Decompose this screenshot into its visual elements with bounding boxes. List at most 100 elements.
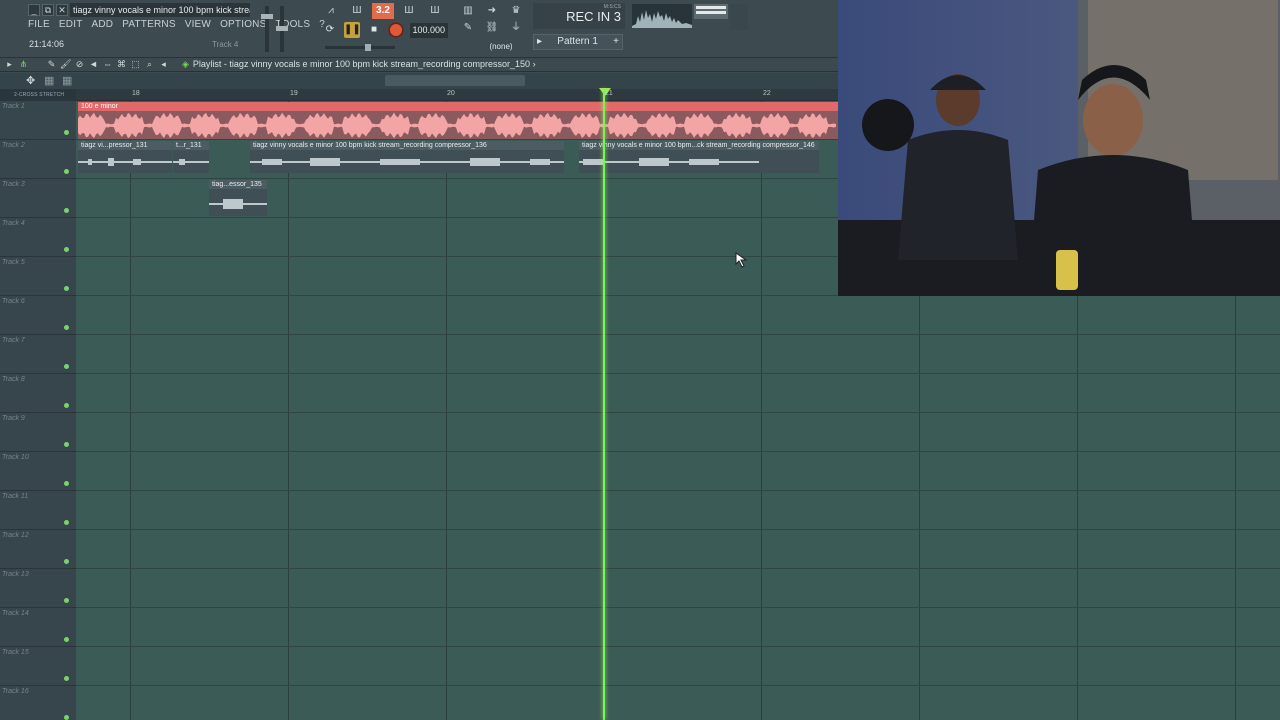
track-mute-toggle[interactable] <box>64 676 69 681</box>
track-mute-toggle[interactable] <box>64 520 69 525</box>
track-header[interactable]: Track 6 <box>0 296 76 335</box>
track-mute-toggle[interactable] <box>64 208 69 213</box>
audio-clip[interactable]: tiagz vi...pressor_131 <box>78 141 172 173</box>
track-mute-toggle[interactable] <box>64 325 69 330</box>
menu-file[interactable]: FILE <box>28 19 50 30</box>
snap-icon[interactable]: ⋔ <box>18 59 29 70</box>
delete-icon[interactable]: ⊘ <box>74 59 85 70</box>
pattern-add-button[interactable]: + <box>613 35 619 49</box>
draw-icon[interactable]: ✎ <box>46 59 57 70</box>
track-header[interactable]: Track 11 <box>0 491 76 530</box>
track-mute-toggle[interactable] <box>64 403 69 408</box>
brush-icon[interactable]: ✎ <box>458 21 478 35</box>
track-divider <box>76 685 1280 686</box>
stop-button[interactable]: ■ <box>366 22 382 38</box>
track-mute-toggle[interactable] <box>64 364 69 369</box>
pattern-selector[interactable]: ▸ Pattern 1 + <box>533 34 623 50</box>
bpm-indicator[interactable]: 3.2 <box>372 3 394 19</box>
track-header[interactable]: Track 4 <box>0 218 76 257</box>
track-mute-toggle[interactable] <box>64 247 69 252</box>
close-button[interactable]: ✕ <box>56 4 68 16</box>
menu-add[interactable]: ADD <box>92 19 114 30</box>
track-mute-toggle[interactable] <box>64 559 69 564</box>
slider-handle[interactable] <box>261 14 273 19</box>
menu-edit[interactable]: EDIT <box>59 19 83 30</box>
stretch-mode-label[interactable]: 2-CROSS STRETCH <box>0 89 76 101</box>
track-mute-toggle[interactable] <box>64 598 69 603</box>
slice-icon[interactable]: ⌘ <box>116 59 127 70</box>
maximize-button[interactable]: ⧉ <box>42 4 54 16</box>
track-header[interactable]: Track 2 <box>0 140 76 179</box>
mute-icon[interactable]: ◄ <box>88 59 99 70</box>
plug-icon[interactable]: ⏚ <box>506 21 526 35</box>
bar-line <box>288 101 289 720</box>
track-header[interactable]: Track 7 <box>0 335 76 374</box>
audio-clip[interactable]: tiagz vinny vocals e minor 100 bpm kick … <box>250 141 564 173</box>
track-header[interactable]: Track 13 <box>0 569 76 608</box>
master-pitch-slider[interactable] <box>276 6 288 52</box>
track-mute-toggle[interactable] <box>64 637 69 642</box>
track-header[interactable]: Track 16 <box>0 686 76 720</box>
track-header[interactable]: Track 14 <box>0 608 76 647</box>
channel-selector[interactable]: (none) <box>478 40 524 53</box>
track-mute-toggle[interactable] <box>64 130 69 135</box>
slip-icon[interactable]: ⇔ <box>102 59 113 70</box>
track-header[interactable]: Track 15 <box>0 647 76 686</box>
playlist-tools: ▸ ⋔ ✎ 🖌 ⊘ ◄ ⇔ ⌘ ⬚ ⌕ ◂ <box>4 59 169 70</box>
rec-in-display[interactable]: M:S:CS REC IN 3 <box>533 3 625 29</box>
song-mode-icon[interactable]: ⟳ <box>322 22 338 38</box>
horizontal-scrollbar[interactable] <box>385 75 525 86</box>
playlist-more-icon[interactable]: › <box>533 59 536 69</box>
move-icon[interactable]: ✥ <box>26 74 35 87</box>
tempo-display[interactable]: 100.000 <box>410 23 448 38</box>
bell-icon[interactable]: ♛ <box>506 3 526 19</box>
audio-clip[interactable]: tiag...essor_135 <box>209 180 267 216</box>
track-mute-toggle[interactable] <box>64 442 69 447</box>
step-icon[interactable]: Ш <box>398 3 420 19</box>
song-position-marker[interactable] <box>599 88 611 96</box>
menu-arrow-icon[interactable]: ▸ <box>4 59 15 70</box>
main-volume[interactable] <box>325 44 395 51</box>
arrow-icon[interactable]: ➜ <box>482 3 502 19</box>
audio-clip[interactable]: 100 e minor <box>78 102 838 140</box>
metronome-icon[interactable]: ⩘ <box>320 3 342 19</box>
menu-patterns[interactable]: PATTERNS <box>122 19 175 30</box>
window-controls: _ ⧉ ✕ <box>28 4 68 16</box>
track-header[interactable]: Track 12 <box>0 530 76 569</box>
track-header[interactable]: Track 10 <box>0 452 76 491</box>
master-volume-slider[interactable] <box>261 6 273 52</box>
zoom-icon[interactable]: ⌕ <box>144 59 155 70</box>
loop-record-icon[interactable]: Ш <box>424 3 446 19</box>
track-mute-toggle[interactable] <box>64 715 69 720</box>
minimize-button[interactable]: _ <box>28 4 40 16</box>
paint-icon[interactable]: 🖌 <box>60 59 71 70</box>
playhead[interactable] <box>603 89 605 720</box>
wait-icon[interactable]: Ш <box>346 3 368 19</box>
audio-clip[interactable]: tiagz vinny vocals e minor 100 bpm...ck … <box>579 141 819 173</box>
track-header[interactable]: Track 5 <box>0 257 76 296</box>
track-name: Track 8 <box>2 376 25 383</box>
grid-icon[interactable]: ▦ <box>44 74 54 87</box>
link-icon[interactable]: ⛓ <box>482 21 502 35</box>
track-mute-toggle[interactable] <box>64 286 69 291</box>
track-header[interactable]: Track 3 <box>0 179 76 218</box>
track-mute-toggle[interactable] <box>64 481 69 486</box>
grid-icon-2[interactable]: ▦ <box>62 74 72 87</box>
menu-view[interactable]: VIEW <box>185 19 211 30</box>
pattern-prev-icon[interactable]: ▸ <box>537 35 542 49</box>
record-button[interactable] <box>388 22 404 38</box>
playback-icon[interactable]: ◂ <box>158 59 169 70</box>
track-header[interactable]: Track 8 <box>0 374 76 413</box>
track-header[interactable]: Track 1 <box>0 101 76 140</box>
piano-icon[interactable]: ▥ <box>458 3 478 19</box>
select-icon[interactable]: ⬚ <box>130 59 141 70</box>
slider-handle[interactable] <box>365 44 371 51</box>
menu-options[interactable]: OPTIONS <box>220 19 266 30</box>
webcam-overlay <box>838 0 1280 296</box>
timeline-ruler[interactable]: 18 19 20 21 22 <box>76 89 838 101</box>
track-header[interactable]: Track 9 <box>0 413 76 452</box>
audio-clip[interactable]: t...r_131 <box>173 141 209 173</box>
pause-button[interactable]: ❚❚ <box>344 22 361 38</box>
track-mute-toggle[interactable] <box>64 169 69 174</box>
slider-handle[interactable] <box>276 26 288 31</box>
